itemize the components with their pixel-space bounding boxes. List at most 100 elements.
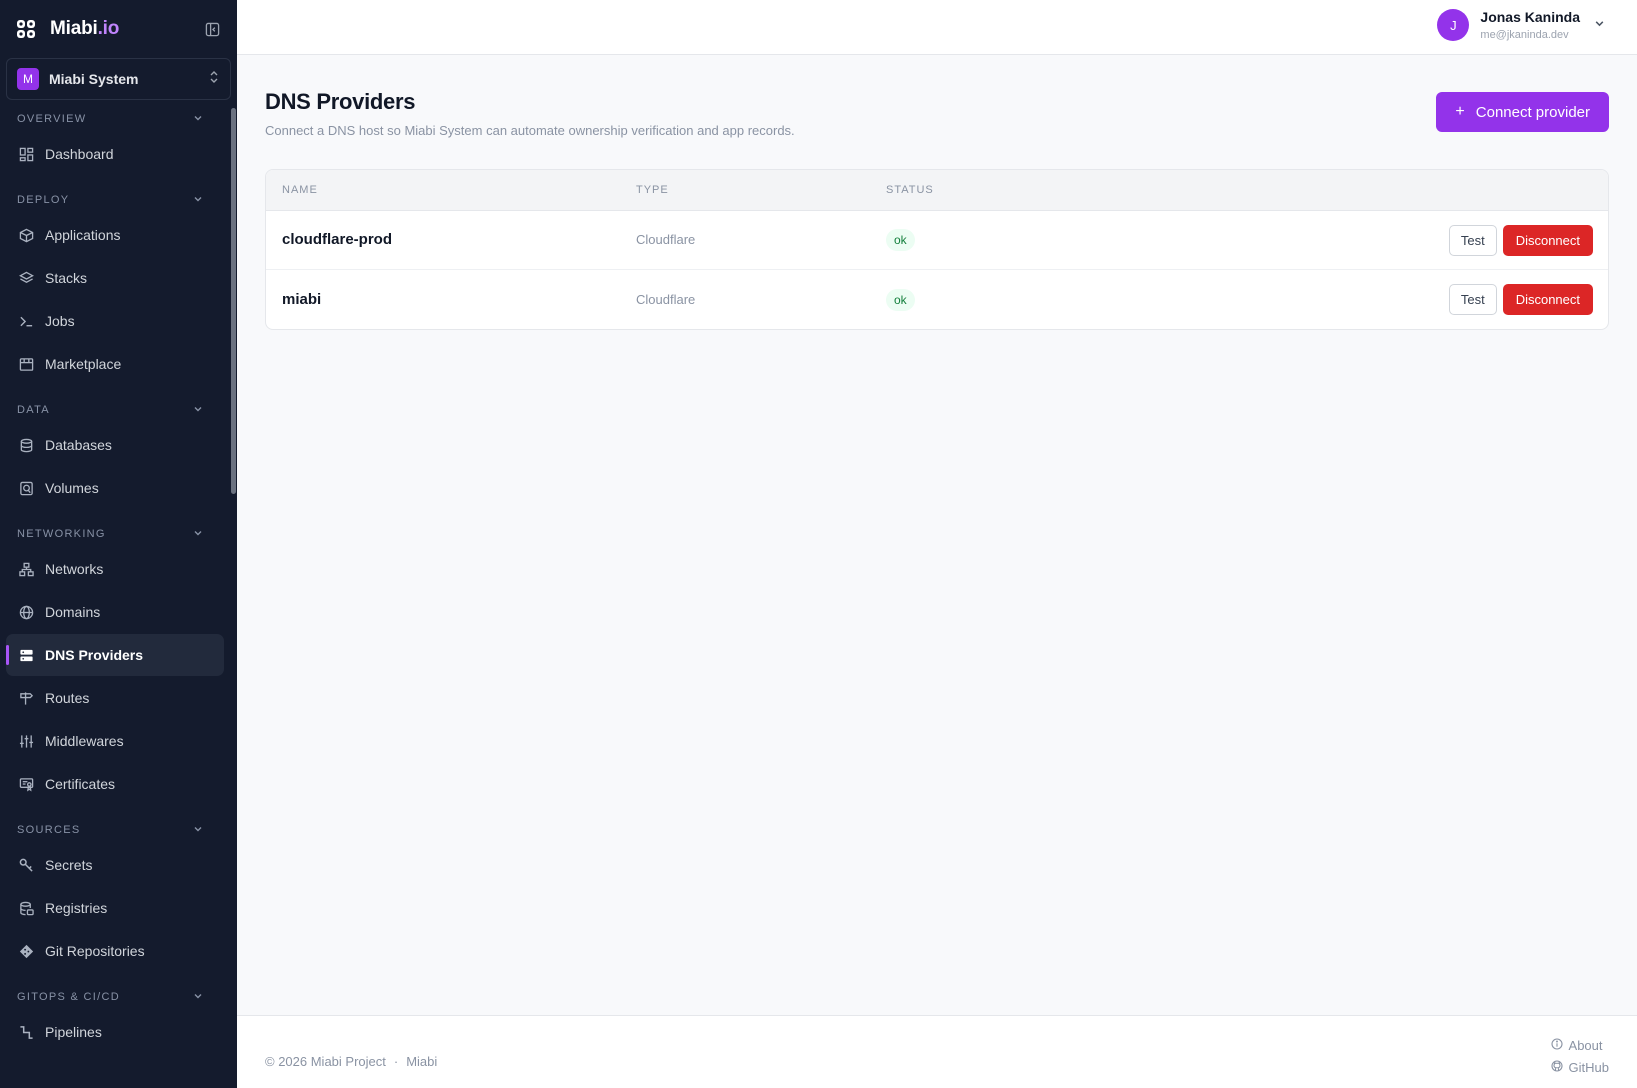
terminal-icon: [18, 313, 34, 329]
provider-type: Cloudflare: [636, 291, 696, 307]
status-badge: ok: [886, 288, 915, 311]
sidebar-item-secrets[interactable]: Secrets: [6, 844, 224, 886]
sidebar-item-git-repositories[interactable]: Git Repositories: [6, 930, 224, 972]
store-icon: [18, 356, 34, 372]
volume-icon: [18, 480, 34, 496]
section-title: DATA: [17, 404, 50, 416]
sidebar: Miabi.io M Miabi System OVERVIEW Dashboa…: [0, 0, 237, 1088]
sidebar-item-dns-providers[interactable]: DNS Providers: [6, 634, 224, 676]
page-subtitle: Connect a DNS host so Miabi System can a…: [265, 123, 795, 138]
registry-icon: [18, 900, 34, 916]
box-icon: [18, 227, 34, 243]
section-sources[interactable]: SOURCES: [0, 817, 230, 843]
globe-icon: [18, 604, 34, 620]
info-icon: [1550, 1037, 1563, 1053]
miabi-logo-icon: [16, 19, 36, 39]
sidebar-item-networks[interactable]: Networks: [6, 548, 224, 590]
sidebar-item-databases[interactable]: Databases: [6, 424, 224, 466]
test-button[interactable]: Test: [1448, 284, 1497, 315]
sidebar-item-label: Marketplace: [45, 356, 122, 372]
section-gitops[interactable]: GITOPS & CI/CD: [0, 984, 230, 1010]
github-label: GitHub: [1568, 1059, 1609, 1075]
section-title: SOURCES: [17, 824, 81, 836]
sidebar-item-jobs[interactable]: Jobs: [6, 300, 224, 342]
chevron-down-icon: [193, 528, 203, 541]
section-deploy[interactable]: DEPLOY: [0, 187, 230, 213]
chevron-up-down-icon: [208, 70, 220, 89]
sidebar-item-middlewares[interactable]: Middlewares: [6, 720, 224, 762]
section-title: DEPLOY: [17, 194, 70, 206]
section-overview[interactable]: OVERVIEW: [0, 106, 230, 132]
section-networking[interactable]: NETWORKING: [0, 521, 230, 547]
plus-icon: +: [1455, 103, 1465, 120]
sidebar-item-label: Applications: [45, 227, 121, 243]
section-title: GITOPS & CI/CD: [17, 991, 120, 1003]
section-title: OVERVIEW: [17, 113, 87, 125]
sidebar-collapse-icon[interactable]: [203, 20, 221, 38]
key-icon: [18, 857, 34, 873]
chevron-down-icon: [193, 404, 203, 417]
sidebar-item-label: Stacks: [45, 270, 88, 286]
footer-project-link[interactable]: Miabi: [406, 1054, 437, 1069]
sidebar-item-stacks[interactable]: Stacks: [6, 257, 224, 299]
user-name: Jonas Kaninda: [1480, 9, 1580, 25]
sidebar-item-domains[interactable]: Domains: [6, 591, 224, 633]
sidebar-item-label: Registries: [45, 900, 108, 916]
chevron-down-icon: [193, 194, 203, 207]
column-header-status: STATUS: [886, 184, 934, 196]
layers-icon: [18, 270, 34, 286]
sidebar-item-volumes[interactable]: Volumes: [6, 467, 224, 509]
connect-provider-label: Connect provider: [1475, 103, 1590, 121]
sidebar-item-marketplace[interactable]: Marketplace: [6, 343, 224, 385]
provider-name: miabi: [282, 290, 322, 308]
user-info: Jonas Kaninda me@jkaninda.dev: [1480, 9, 1580, 41]
chevron-down-icon: [193, 113, 203, 126]
sidebar-item-dashboard[interactable]: Dashboard: [6, 133, 224, 175]
disconnect-button[interactable]: Disconnect: [1502, 224, 1593, 256]
provider-name: cloudflare-prod: [282, 231, 393, 248]
sidebar-item-registries[interactable]: Registries: [6, 887, 224, 929]
sidebar-item-label: DNS Providers: [45, 647, 144, 663]
section-title: NETWORKING: [17, 528, 106, 540]
connect-provider-button[interactable]: + Connect provider: [1436, 92, 1609, 132]
sidebar-item-label: Dashboard: [45, 146, 114, 162]
status-badge: ok: [886, 229, 915, 251]
github-link[interactable]: GitHub: [1550, 1056, 1609, 1078]
brand: Miabi.io: [0, 0, 237, 58]
copyright: © 2026 Miabi Project: [265, 1054, 386, 1069]
column-header-name: NAME: [282, 184, 318, 196]
user-email: me@jkaninda.dev: [1480, 29, 1569, 41]
sidebar-item-label: Databases: [45, 437, 112, 453]
footer-links: About GitHub: [1550, 1034, 1609, 1078]
sidebar-item-certificates[interactable]: Certificates: [6, 763, 224, 805]
sidebar-item-label: Certificates: [45, 776, 116, 792]
sidebar-item-label: Routes: [45, 690, 90, 706]
disconnect-button[interactable]: Disconnect: [1502, 284, 1593, 315]
chevron-down-icon: [193, 824, 203, 837]
chevron-down-icon: [1594, 16, 1605, 34]
table-row: cloudflare-prod Cloudflare ok Test Disco…: [266, 211, 1608, 270]
pipeline-icon: [18, 1024, 34, 1040]
dashboard-icon: [18, 146, 34, 162]
table-header: NAME TYPE STATUS: [266, 170, 1608, 211]
sidebar-item-label: Networks: [45, 561, 104, 577]
server-icon: [18, 647, 34, 663]
section-data[interactable]: DATA: [0, 397, 230, 423]
user-menu[interactable]: J Jonas Kaninda me@jkaninda.dev: [1437, 9, 1605, 41]
footer: © 2026 Miabi Project · Miabi About GitHu…: [237, 1015, 1637, 1088]
sidebar-item-applications[interactable]: Applications: [6, 214, 224, 256]
main-content: DNS Providers Connect a DNS host so Miab…: [237, 55, 1637, 1015]
test-button[interactable]: Test: [1448, 224, 1497, 256]
chevron-down-icon: [193, 991, 203, 1004]
sidebar-item-pipelines[interactable]: Pipelines: [6, 1011, 224, 1053]
sidebar-item-label: Volumes: [45, 480, 99, 496]
about-link[interactable]: About: [1550, 1034, 1609, 1056]
github-icon: [1550, 1059, 1563, 1075]
workspace-switcher[interactable]: M Miabi System: [6, 58, 231, 100]
topbar: J Jonas Kaninda me@jkaninda.dev: [237, 0, 1637, 55]
workspace-name: Miabi System: [49, 71, 139, 87]
sidebar-item-routes[interactable]: Routes: [6, 677, 224, 719]
workspace-avatar: M: [17, 68, 39, 90]
sidebar-scrollbar[interactable]: [231, 108, 236, 494]
footer-separator: ·: [393, 1054, 399, 1069]
